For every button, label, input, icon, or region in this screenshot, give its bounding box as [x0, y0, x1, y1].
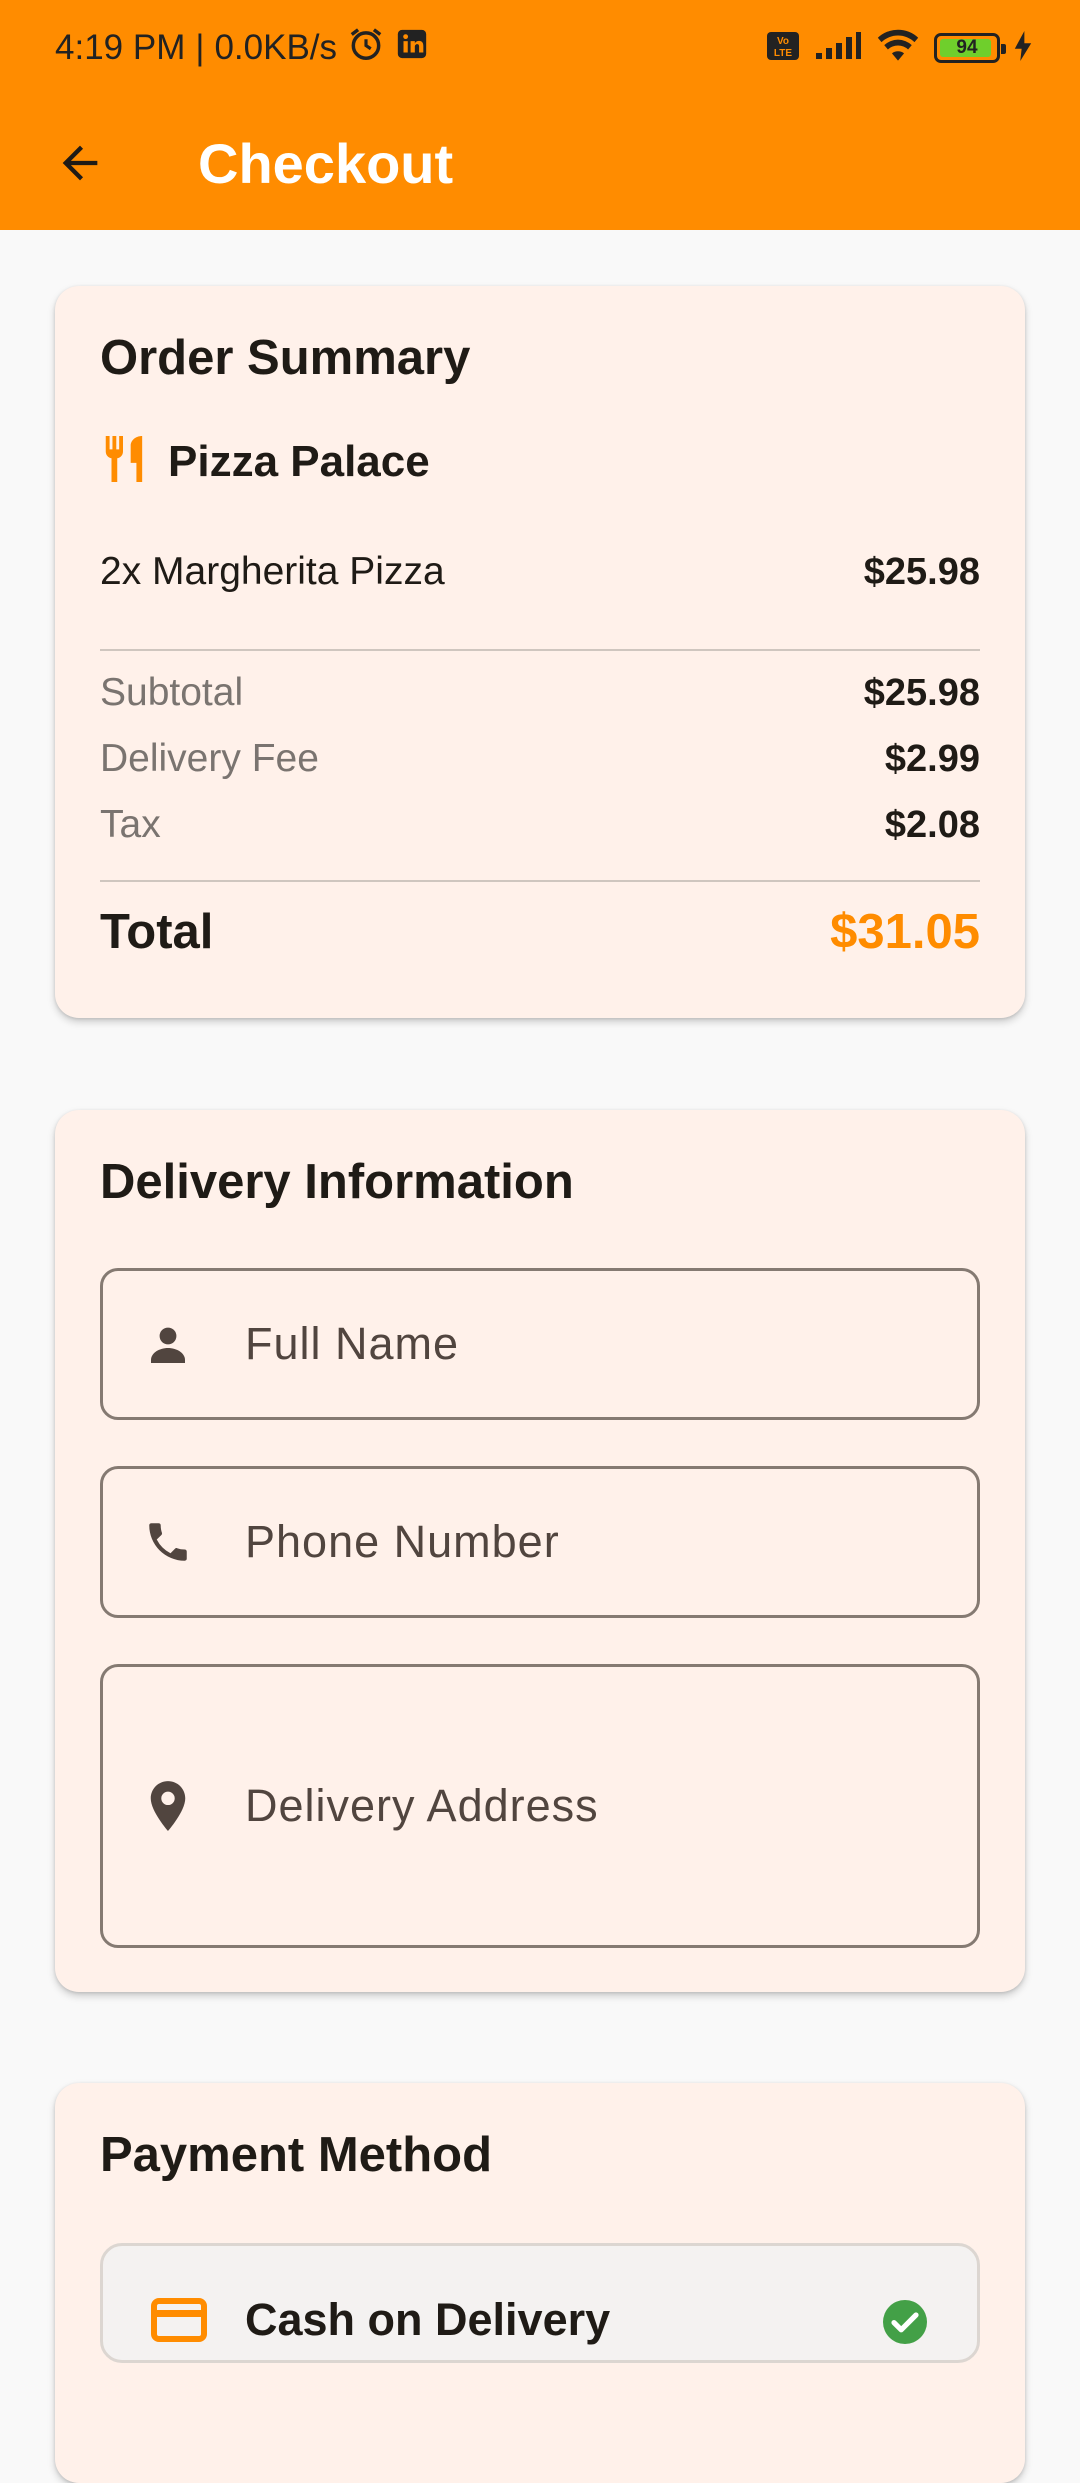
payment-option-label: Cash on Delivery: [245, 2294, 611, 2345]
phone-number-placeholder: Phone Number: [245, 1516, 560, 1567]
svg-text:LTE: LTE: [774, 48, 792, 59]
order-summary-card: Order Summary Pizza Palace 2x Margherita…: [55, 286, 1025, 1018]
total-divider: [100, 880, 980, 882]
status-right: Vo LTE 94: [766, 26, 1032, 70]
subtotal-label: Subtotal: [100, 671, 244, 714]
status-bar: 4:19 PM | 0.0KB/s Vo LTE 94: [0, 0, 1080, 96]
alarm-icon: [347, 25, 385, 72]
phone-icon: [141, 1515, 195, 1569]
delivery-address-placeholder: Delivery Address: [245, 1780, 599, 1831]
page-title: Checkout: [198, 132, 454, 195]
battery-cap: [1001, 44, 1006, 54]
delivery-address-field[interactable]: Delivery Address: [100, 1664, 980, 1948]
total-value: $31.05: [830, 905, 980, 959]
delivery-fee-row: Delivery Fee $2.99: [100, 737, 980, 781]
back-button[interactable]: [40, 123, 120, 203]
full-name-field[interactable]: Full Name: [100, 1268, 980, 1420]
tax-value: $2.08: [884, 803, 980, 846]
check-circle-icon: [881, 2298, 929, 2351]
wifi-icon: [876, 29, 920, 68]
restaurant-row: Pizza Palace: [100, 434, 430, 489]
status-left: 4:19 PM | 0.0KB/s: [55, 26, 429, 70]
restaurant-name: Pizza Palace: [168, 436, 430, 486]
order-summary-title: Order Summary: [100, 331, 471, 385]
person-icon: [141, 1317, 195, 1371]
subtotal-row: Subtotal $25.98: [100, 671, 980, 715]
battery-level: 94: [956, 37, 978, 58]
app-bar: 4:19 PM | 0.0KB/s Vo LTE 94 Checkout: [0, 0, 1080, 230]
order-item-row: 2x Margherita Pizza $25.98: [100, 550, 980, 594]
payment-method-card: Payment Method Cash on Delivery: [55, 2083, 1025, 2483]
subtotal-value: $25.98: [863, 671, 980, 714]
linkedin-icon: [395, 27, 429, 70]
toolbar: Checkout: [0, 96, 1080, 230]
restaurant-icon: [100, 434, 146, 489]
delivery-information-title: Delivery Information: [100, 1155, 574, 1209]
order-item-price: $25.98: [863, 550, 980, 593]
order-item-label: 2x Margherita Pizza: [100, 550, 445, 593]
arrow-back-icon: [62, 145, 98, 181]
volte-icon: Vo LTE: [766, 31, 800, 66]
status-time: 4:19 PM: [55, 28, 186, 67]
signal-icon: [814, 31, 862, 66]
full-name-placeholder: Full Name: [245, 1318, 460, 1369]
delivery-fee-value: $2.99: [884, 737, 980, 780]
location-icon: [141, 1779, 195, 1833]
svg-text:Vo: Vo: [777, 36, 789, 47]
status-separator: |: [195, 28, 205, 67]
battery-icon: 94: [934, 33, 1006, 63]
delivery-fee-label: Delivery Fee: [100, 737, 319, 780]
status-net-speed: 0.0KB/s: [214, 28, 338, 67]
tax-label: Tax: [100, 803, 161, 846]
payment-method-title: Payment Method: [100, 2128, 493, 2182]
total-row: Total $31.05: [100, 904, 980, 960]
payment-option-cash-on-delivery[interactable]: Cash on Delivery: [100, 2243, 980, 2363]
items-divider: [100, 649, 980, 651]
total-label: Total: [100, 905, 214, 959]
delivery-information-card: Delivery Information Full Name Phone Num…: [55, 1110, 1025, 1992]
tax-row: Tax $2.08: [100, 803, 980, 847]
charging-icon: [1014, 30, 1032, 66]
phone-number-field[interactable]: Phone Number: [100, 1466, 980, 1618]
